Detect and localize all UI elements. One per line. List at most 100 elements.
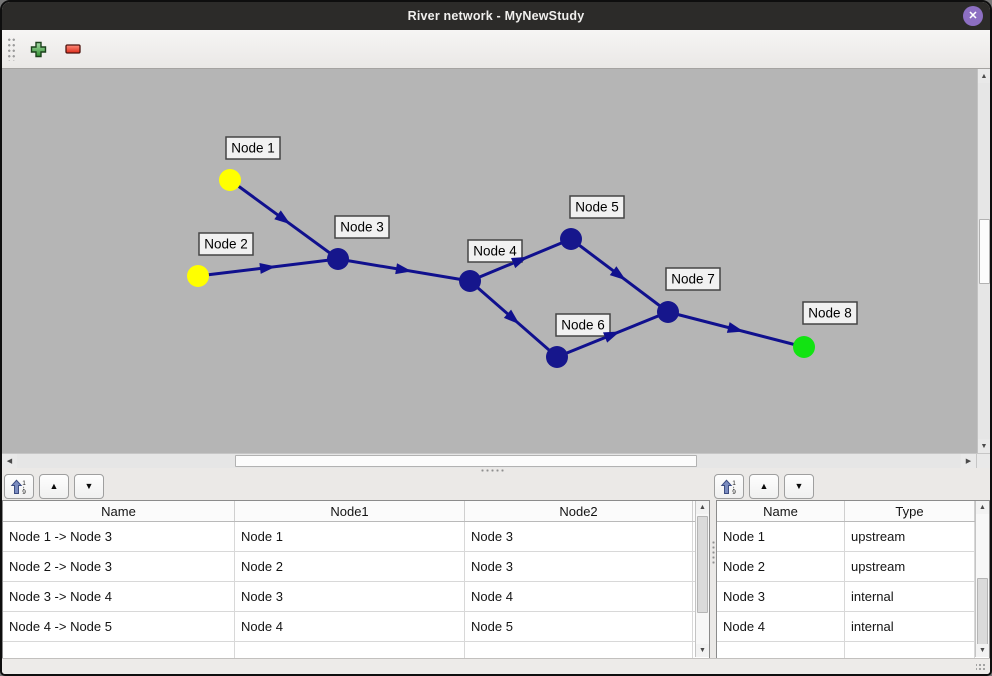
scroll-down-button[interactable]: ▼ [978,439,990,453]
move-node-up-button[interactable]: ▲ [749,474,779,499]
status-bar [2,658,990,674]
scroll-up-button[interactable]: ▲ [696,501,709,514]
branch-table: Name Node1 Node2 Node 1 -> Node 3Node 1N… [2,500,710,658]
table-cell[interactable]: Node 4 [465,582,693,611]
table-row[interactable]: Node 2upstream [717,552,989,582]
network-canvas-area: Node 1Node 2Node 3Node 4Node 5Node 6Node… [2,69,990,453]
node-table-scrollbar[interactable]: ▲ ▼ [975,501,989,657]
node-label-node-5[interactable]: Node 5 [570,196,624,218]
table-cell[interactable]: Node 3 -> Node 4 [3,582,235,611]
flow-arrow-icon [727,322,744,333]
table-cell[interactable]: Node 4 [717,612,845,641]
table-cell[interactable]: Node 2 [717,552,845,581]
horizontal-scroll-thumb[interactable] [235,455,697,467]
node-node-1[interactable] [219,169,241,191]
table-row[interactable]: Node 4internal [717,612,989,642]
sort-nodes-button[interactable]: 1 9 [714,474,744,499]
add-button[interactable] [25,36,51,62]
node-label-node-7[interactable]: Node 7 [666,268,720,290]
node-table-header: Name Type [717,501,989,522]
resize-grip-icon[interactable] [976,662,986,671]
table-cell[interactable]: Node 3 [465,552,693,581]
table-row[interactable]: Node 1upstream [717,522,989,552]
node-label-node-1[interactable]: Node 1 [226,137,280,159]
node-node-4[interactable] [459,270,481,292]
table-row[interactable]: Node 3internal [717,582,989,612]
scroll-up-button[interactable]: ▲ [976,501,989,514]
remove-button[interactable] [60,36,86,62]
node-node-7[interactable] [657,301,679,323]
column-header-name[interactable]: Name [3,501,235,521]
vertical-scroll-thumb[interactable] [979,219,990,284]
horizontal-splitter[interactable] [2,468,990,472]
scroll-down-button[interactable]: ▼ [976,644,989,657]
move-node-down-button[interactable]: ▼ [784,474,814,499]
flow-arrow-icon [603,331,620,342]
vertical-scroll-thumb[interactable] [977,578,988,646]
table-cell[interactable]: Node 2 [235,552,465,581]
node-node-8[interactable] [793,336,815,358]
node-label-node-3[interactable]: Node 3 [335,216,389,238]
table-cell[interactable]: Node 3 [235,582,465,611]
sort-1-9-icon: 1 9 [10,479,28,495]
scroll-down-button[interactable]: ▼ [696,644,709,657]
table-cell[interactable]: Node 4 [235,612,465,641]
table-row[interactable]: Node 1 -> Node 3Node 1Node 3 [3,522,709,552]
scroll-left-button[interactable]: ◀ [2,454,17,468]
move-branch-down-button[interactable]: ▼ [74,474,104,499]
table-row[interactable]: Node 4 -> Node 5Node 4Node 5 [3,612,709,642]
node-label-text: Node 8 [808,306,852,321]
node-label-node-6[interactable]: Node 6 [556,314,610,336]
table-cell[interactable]: upstream [845,522,975,551]
toolbar-grip-handle[interactable] [7,37,16,61]
node-label-node-2[interactable]: Node 2 [199,233,253,255]
column-header-node1[interactable]: Node1 [235,501,465,521]
table-row[interactable]: Node 2 -> Node 3Node 2Node 3 [3,552,709,582]
sort-branches-button[interactable]: 1 9 [4,474,34,499]
move-branch-up-button[interactable]: ▲ [39,474,69,499]
down-triangle-icon: ▼ [795,482,804,491]
left-arrow-icon: ◀ [7,458,12,465]
node-label-node-8[interactable]: Node 8 [803,302,857,324]
node-label-text: Node 1 [231,141,275,156]
table-cell[interactable]: Node 5 [465,612,693,641]
titlebar[interactable]: River network - MyNewStudy ✕ [2,2,990,30]
column-header-name[interactable]: Name [717,501,845,521]
table-cell[interactable]: upstream [845,552,975,581]
node-node-2[interactable] [187,265,209,287]
table-cell[interactable]: Node 2 -> Node 3 [3,552,235,581]
node-node-5[interactable] [560,228,582,250]
down-arrow-icon: ▼ [979,647,986,654]
canvas-vertical-scrollbar[interactable]: ▲ ▼ [977,69,990,453]
table-cell[interactable]: Node 3 [465,522,693,551]
node-node-3[interactable] [327,248,349,270]
table-cell[interactable]: Node 1 -> Node 3 [3,522,235,551]
canvas-horizontal-scrollbar[interactable]: ◀ ▶ [2,453,990,468]
table-cell[interactable]: Node 3 [717,582,845,611]
table-cell[interactable]: internal [845,582,975,611]
node-table-body: Node 1upstreamNode 2upstreamNode 3intern… [717,522,989,672]
sort-1-9-icon: 1 9 [720,479,738,495]
toolbar [2,30,990,69]
up-arrow-icon: ▲ [699,504,706,511]
node-label-text: Node 5 [575,200,619,215]
table-cell[interactable]: Node 4 -> Node 5 [3,612,235,641]
column-header-type[interactable]: Type [845,501,975,521]
close-button[interactable]: ✕ [963,6,983,26]
table-cell[interactable]: Node 1 [717,522,845,551]
vertical-scroll-thumb[interactable] [697,516,708,613]
close-icon: ✕ [968,11,977,22]
node-node-6[interactable] [546,346,568,368]
table-cell[interactable]: internal [845,612,975,641]
network-svg[interactable]: Node 1Node 2Node 3Node 4Node 5Node 6Node… [2,69,977,453]
river-network-window: River network - MyNewStudy ✕ [0,0,992,676]
scroll-up-button[interactable]: ▲ [978,69,990,83]
table-row[interactable]: Node 3 -> Node 4Node 3Node 4 [3,582,709,612]
node-label-text: Node 7 [671,272,715,287]
table-cell[interactable]: Node 1 [235,522,465,551]
scroll-right-button[interactable]: ▶ [961,454,976,468]
column-header-node2[interactable]: Node2 [465,501,693,521]
svg-text:9: 9 [732,489,736,495]
node-label-text: Node 6 [561,318,605,333]
branch-table-scrollbar[interactable]: ▲ ▼ [695,501,709,657]
